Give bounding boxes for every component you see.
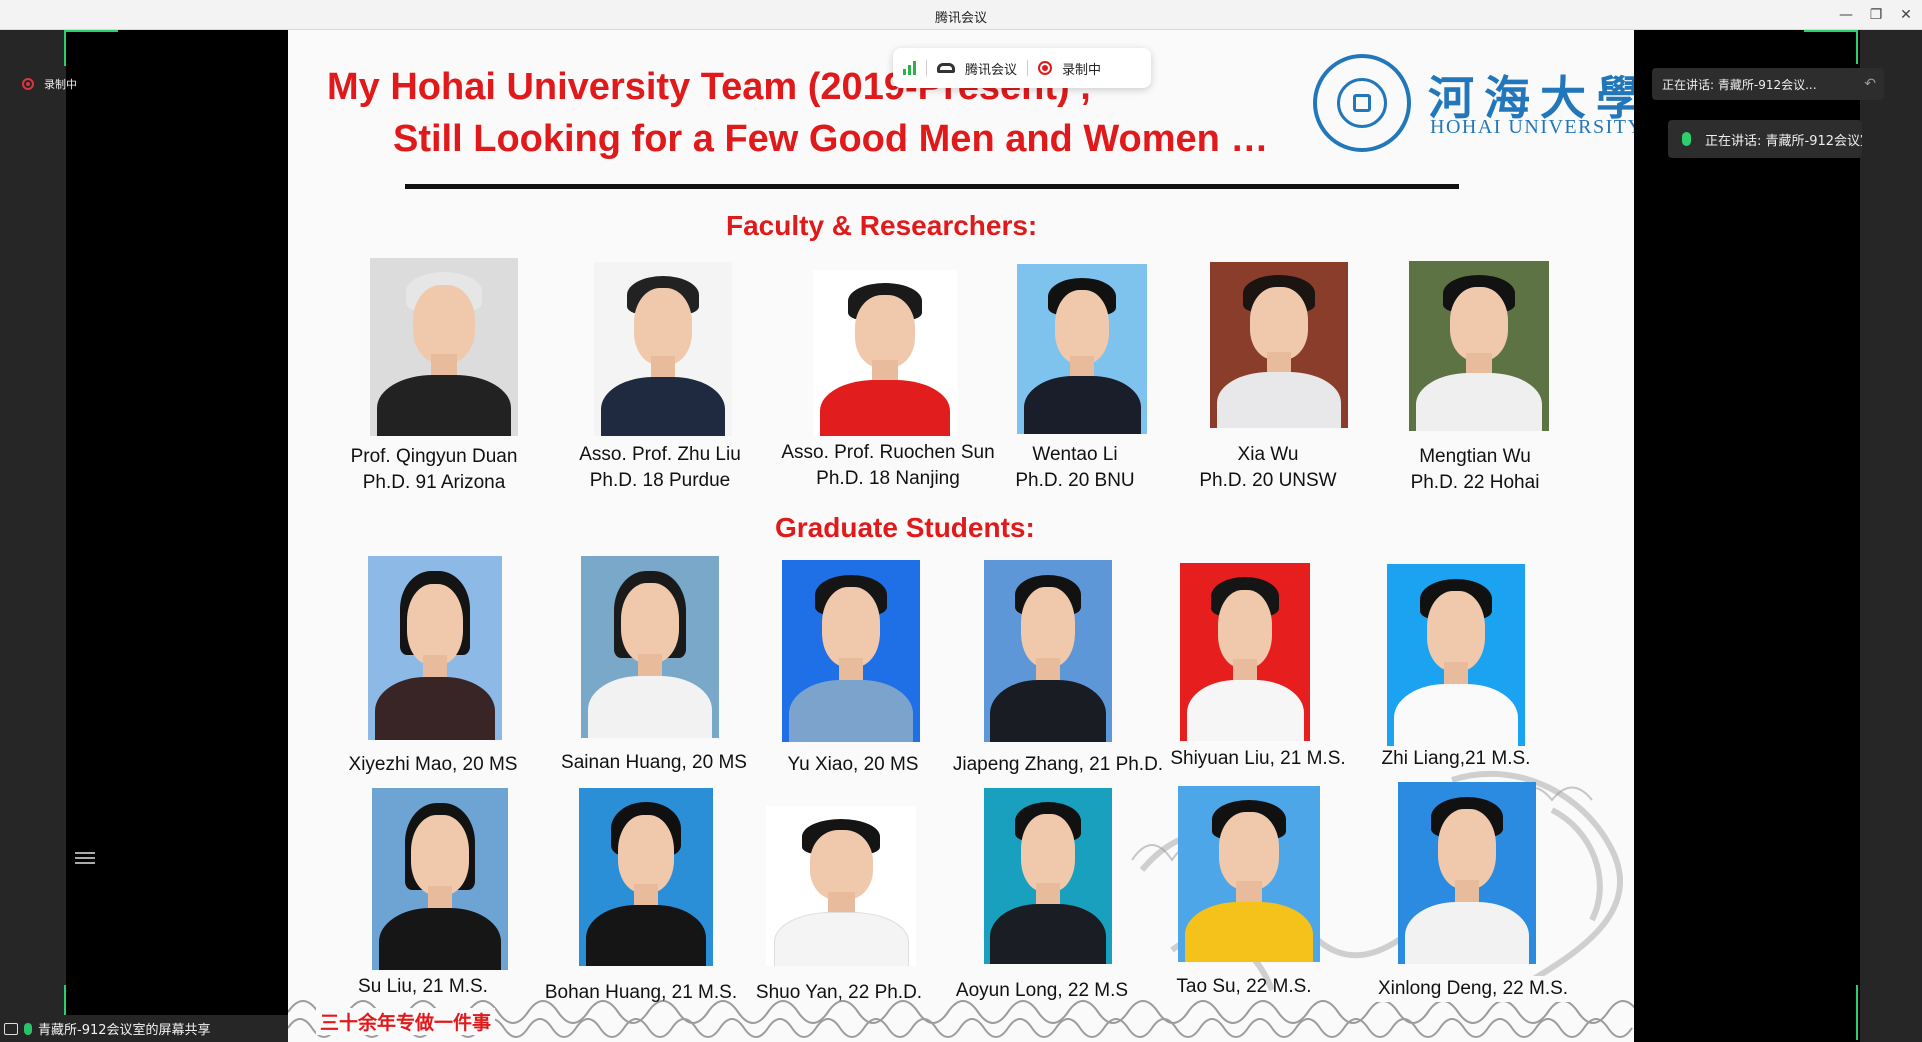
screen-share-label: 青藏所-912会议室的屏幕共享 <box>38 1023 211 1038</box>
left-sidebar <box>0 30 66 1015</box>
student-caption: Xiyezhi Mao, 20 MS <box>348 754 518 775</box>
faculty-name: Asso. Prof. Ruochen Sun <box>781 442 995 463</box>
window-title: 腾讯会议 <box>934 11 987 26</box>
screen-share-status-bar: 青藏所-912会议室的屏幕共享 <box>0 1015 288 1042</box>
faculty-degree: Ph.D. 20 BNU <box>1015 470 1135 491</box>
recording-indicator: 录制中 <box>22 76 77 92</box>
recording-label: 录制中 <box>44 78 77 91</box>
faculty-caption: Asso. Prof. Ruochen Sun Ph.D. 18 Nanjing <box>768 440 1008 492</box>
faculty-caption: Asso. Prof. Zhu Liu Ph.D. 18 Purdue <box>550 442 770 494</box>
student-photo <box>579 788 713 966</box>
students-heading: Graduate Students: <box>775 512 1035 543</box>
meeting-floating-toolbar[interactable]: 腾讯会议 录制中 <box>893 48 1151 88</box>
faculty-photo <box>1210 262 1348 428</box>
speaking-indicator[interactable]: 正在讲话: 青藏所-912会议... ↶ <box>1652 68 1884 100</box>
window-titlebar: 腾讯会议 — ❐ ✕ <box>0 0 1922 30</box>
faculty-degree: Ph.D. 91 Arizona <box>362 472 506 493</box>
microphone-icon <box>1682 132 1691 146</box>
speaking-label: 正在讲话: 青藏所-912会议... <box>1662 77 1817 92</box>
toolbar-divider <box>1027 60 1029 76</box>
student-photo <box>372 788 508 970</box>
active-frame-corner <box>1856 30 1858 64</box>
student-photo <box>984 788 1112 964</box>
network-signal-icon <box>903 61 916 75</box>
toolbar-divider <box>926 60 927 76</box>
faculty-name: Mengtian Wu <box>1419 446 1531 467</box>
faculty-degree: Ph.D. 18 Purdue <box>589 470 731 491</box>
faculty-degree: Ph.D. 18 Nanjing <box>816 468 960 489</box>
faculty-photo <box>594 262 732 436</box>
student-photo <box>1180 563 1310 741</box>
faculty-name: Asso. Prof. Zhu Liu <box>579 444 741 465</box>
slide-slogan: 三十余年专做一件事 <box>316 1008 496 1035</box>
faculty-photo <box>1017 264 1147 434</box>
microphone-icon <box>24 1022 32 1035</box>
screen-share-icon <box>4 1022 18 1035</box>
student-caption: Yu Xiao, 20 MS <box>787 754 919 775</box>
student-photo <box>1387 564 1525 746</box>
close-button[interactable]: ✕ <box>1892 4 1920 26</box>
recording-status-label[interactable]: 录制中 <box>1062 59 1101 78</box>
student-caption: Aoyun Long, 22 M.S <box>955 980 1129 1001</box>
active-speaker-label: 正在讲话: 青藏所-912会议室 <box>1705 133 1862 149</box>
faculty-name: Xia Wu <box>1237 444 1299 465</box>
student-caption: Sainan Huang, 20 MS <box>561 752 747 773</box>
faculty-caption: Mengtian Wu Ph.D. 22 Hohai <box>1385 444 1565 496</box>
faculty-caption: Xia Wu Ph.D. 20 UNSW <box>1178 442 1358 494</box>
active-frame-corner <box>1804 30 1858 32</box>
title-divider <box>405 184 1459 189</box>
active-speaker-pill[interactable]: 正在讲话: 青藏所-912会议室 <box>1668 120 1862 158</box>
student-caption: Su Liu, 21 M.S. <box>358 976 488 997</box>
faculty-degree: Ph.D. 20 UNSW <box>1199 470 1337 491</box>
faculty-heading: Faculty & Researchers: <box>726 210 1038 241</box>
student-photo <box>368 556 502 740</box>
student-photo <box>1398 782 1536 964</box>
faculty-name: Wentao Li <box>1032 444 1118 465</box>
student-photo <box>1178 786 1320 962</box>
active-frame-corner <box>64 985 66 1015</box>
faculty-photo <box>813 270 957 436</box>
student-photo <box>581 556 719 738</box>
faculty-caption: Prof. Qingyun Duan Ph.D. 91 Arizona <box>324 444 544 496</box>
student-caption: Xinlong Deng, 22 M.S. <box>1368 976 1578 1002</box>
meeting-app-label[interactable]: 腾讯会议 <box>965 59 1017 78</box>
student-caption: Tao Su, 22 M.S. <box>1176 976 1312 997</box>
hohai-seal-logo <box>1313 54 1411 152</box>
shared-slide: My Hohai University Team (2019-Present) … <box>288 30 1634 1042</box>
right-sidebar <box>1860 30 1922 1042</box>
collapse-arrow-icon[interactable]: ↶ <box>1864 76 1876 92</box>
student-photo <box>782 560 920 742</box>
student-caption: Bohan Huang, 21 M.S. <box>544 982 738 1003</box>
faculty-photo <box>1409 261 1549 431</box>
tencent-meeting-logo-icon <box>937 63 955 73</box>
student-caption: Shuo Yan, 22 Ph.D. <box>755 982 923 1003</box>
minimize-button[interactable]: — <box>1832 4 1860 26</box>
active-frame-corner <box>64 30 66 66</box>
university-name-en: HOHAI UNIVERSITY <box>1430 116 1634 138</box>
faculty-degree: Ph.D. 22 Hohai <box>1410 472 1540 493</box>
faculty-caption: Wentao Li Ph.D. 20 BNU <box>985 442 1165 494</box>
active-frame-corner <box>1856 985 1858 1040</box>
student-photo <box>984 560 1112 742</box>
record-icon <box>1038 61 1053 75</box>
active-frame-corner <box>64 30 118 32</box>
record-icon <box>22 78 34 90</box>
faculty-photo <box>370 258 518 436</box>
slide-title-line2: Still Looking for a Few Good Men and Wom… <box>393 118 1269 160</box>
list-icon[interactable] <box>75 849 95 865</box>
student-photo <box>766 806 916 966</box>
faculty-name: Prof. Qingyun Duan <box>350 446 518 467</box>
restore-button[interactable]: ❐ <box>1862 4 1890 26</box>
